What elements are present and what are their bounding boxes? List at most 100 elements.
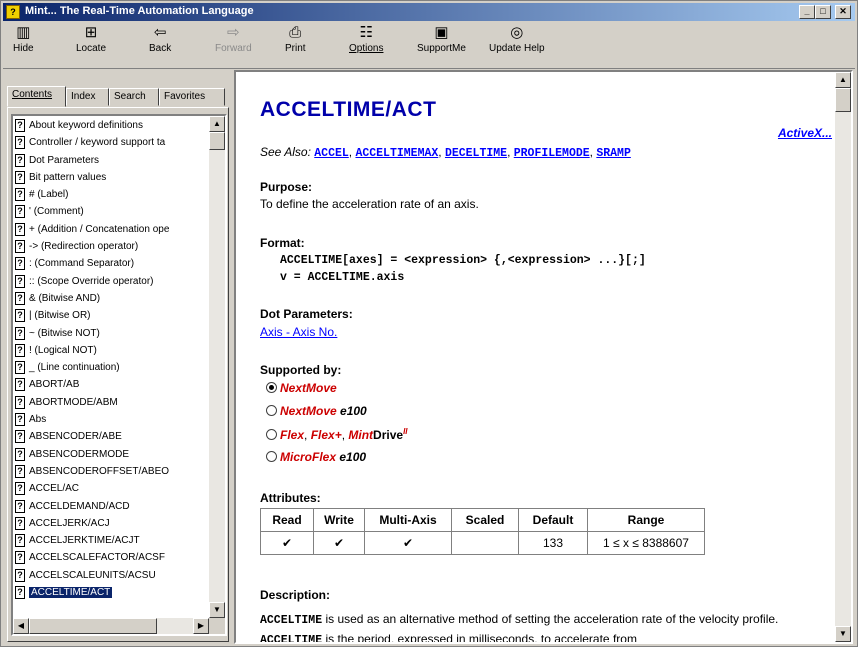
list-item[interactable]: ? ACCELJERKTIME/ACJT (15, 532, 207, 549)
help-topic-icon: ? (15, 430, 25, 444)
locate-button[interactable]: ⊞ Locate (76, 24, 106, 54)
horizontal-scroll-thumb[interactable] (29, 618, 157, 634)
update-help-button[interactable]: ◎ Update Help (489, 24, 545, 54)
help-topic-icon: ? (15, 170, 25, 184)
contents-tree[interactable]: ? About keyword definitions? Controller / … (11, 114, 227, 636)
activex-link[interactable]: ActiveX... (778, 126, 832, 140)
see-also-link[interactable]: PROFILEMODE (514, 147, 590, 160)
scroll-up-button[interactable]: ▲ (209, 116, 225, 132)
help-topic-icon: ? (15, 119, 25, 132)
list-item[interactable]: ? ABORTMODE/ABM (15, 394, 207, 411)
list-item-label: ' (Comment) (29, 206, 84, 218)
list-item-label: ! (Logical NOT) (29, 344, 97, 356)
list-item[interactable]: ? ABSENCODEROFFSET/ABEO (15, 463, 207, 480)
hide-button[interactable]: ▥ Hide (13, 24, 34, 54)
list-item[interactable]: ? ACCEL/AC (15, 480, 207, 497)
list-item[interactable]: ? ACCELSCALEUNITS/ACSU (15, 567, 207, 584)
scroll-left-button[interactable]: ◀ (13, 618, 29, 634)
supported-by-heading: Supported by: (260, 363, 342, 377)
help-topic-icon: ? (15, 309, 25, 323)
list-item-label: Abs (29, 414, 47, 426)
list-item[interactable]: ? Controller / keyword support ta (15, 134, 207, 151)
list-item[interactable]: ? & (Bitwise AND) (15, 290, 207, 307)
list-item[interactable]: ? Abs (15, 411, 207, 428)
forward-button[interactable]: ⇨ Forward (215, 24, 252, 54)
radio-icon (266, 451, 277, 462)
topic-list: ? About keyword definitions? Controller / … (15, 117, 207, 601)
radio-selected-icon (266, 382, 277, 393)
table-header-cell: Default (518, 508, 588, 532)
content-vertical-scrollbar[interactable]: ▲ ▼ (835, 72, 851, 642)
options-button[interactable]: ☷ Options (349, 24, 383, 54)
list-item[interactable]: ? ACCELTIME/ACT (15, 584, 207, 601)
help-topic-icon: ? (15, 240, 25, 254)
list-item[interactable]: ? + (Addition / Concatenation ope (15, 221, 207, 238)
tab-search[interactable]: Search (109, 88, 159, 106)
list-item-label: Controller / keyword support ta (29, 137, 166, 149)
list-item[interactable]: ? Dot Parameters (15, 152, 207, 169)
maximize-button[interactable]: □ (815, 5, 831, 19)
list-item-label: -> (Redirection operator) (29, 241, 139, 253)
list-item-label: & (Bitwise AND) (29, 292, 101, 304)
scroll-down-button[interactable]: ▼ (209, 602, 225, 618)
content-scroll-thumb[interactable] (835, 88, 851, 112)
list-item[interactable]: ? -> (Redirection operator) (15, 238, 207, 255)
navigation-pane: Contents Index Search Favorites ? About k… (3, 70, 231, 644)
scroll-right-button[interactable]: ▶ (193, 618, 209, 634)
minimize-button[interactable]: _ (799, 5, 815, 19)
list-item[interactable]: ? ! (Logical NOT) (15, 342, 207, 359)
format-syntax-2: v = ACCELTIME.axis (280, 271, 405, 284)
scrollbar-corner (209, 618, 225, 634)
tab-contents[interactable]: Contents (7, 86, 66, 107)
scroll-thumb[interactable] (209, 132, 225, 150)
supportme-button[interactable]: ▣ SupportMe (417, 24, 466, 54)
list-item[interactable]: ? # (Label) (15, 186, 207, 203)
title-bar: ? Mint... The Real-Time Automation Langu… (3, 3, 855, 21)
list-item[interactable]: ? Bit pattern values (15, 169, 207, 186)
back-button[interactable]: ⇦ Back (149, 24, 171, 54)
see-also-link[interactable]: ACCEL (314, 147, 349, 160)
content-scroll-up-button[interactable]: ▲ (835, 72, 851, 88)
list-item[interactable]: ? ABSENCODERMODE (15, 446, 207, 463)
range-cell: 1 ≤ x ≤ 8388607 (587, 531, 705, 555)
list-item-label: + (Addition / Concatenation ope (29, 223, 170, 235)
list-item-label: ACCELJERK/ACJ (29, 517, 110, 529)
supportme-icon: ▣ (434, 24, 449, 41)
see-also-link[interactable]: SRAMP (596, 147, 631, 160)
list-item[interactable]: ?:: (Scope Override operator) (15, 273, 207, 290)
list-item-label: ACCELSCALEFACTOR/ACSF (29, 552, 165, 564)
list-item[interactable]: ? ACCELSCALEFACTOR/ACSF (15, 549, 207, 566)
see-also-link[interactable]: DECELTIME (445, 147, 507, 160)
close-button[interactable]: ✕ (835, 5, 851, 19)
help-topic-icon: ? (15, 395, 25, 409)
list-item[interactable]: ? ACCELDEMAND/ACD (15, 498, 207, 515)
help-topic-icon: ? (15, 378, 25, 392)
list-item-label: ~ (Bitwise NOT) (29, 327, 100, 339)
print-button[interactable]: ⎙ Print (285, 24, 306, 54)
see-also-link[interactable]: ACCELTIMEMAX (355, 147, 438, 160)
list-item-label: ABSENCODEROFFSET/ABEO (29, 465, 170, 477)
list-item[interactable]: ? About keyword definitions (15, 117, 207, 134)
options-icon: ☷ (359, 24, 373, 41)
list-item[interactable]: ? ABORT/AB (15, 376, 207, 393)
list-item[interactable]: ? ABSENCODER/ABE (15, 428, 207, 445)
description-text: ACCELTIME is used as an alternative meth… (260, 612, 779, 644)
list-item[interactable]: ? ' (Comment) (15, 203, 207, 220)
content-scroll-down-button[interactable]: ▼ (835, 626, 851, 642)
tab-index[interactable]: Index (66, 88, 109, 106)
list-item[interactable]: ? _ (Line continuation) (15, 359, 207, 376)
dot-parameters-heading: Dot Parameters: (260, 307, 353, 321)
list-item[interactable]: ? | (Bitwise OR) (15, 307, 207, 324)
supported-nextmove-e100: NextMove e100 (266, 404, 367, 418)
list-item[interactable]: ? ~ (Bitwise NOT) (15, 325, 207, 342)
tree-horizontal-scrollbar[interactable]: ◀ ▶ (13, 618, 209, 634)
supported-microflex-e100: MicroFlex e100 (266, 450, 366, 464)
list-item-label: : (Command Separator) (29, 258, 135, 270)
list-item-label: ACCELSCALEUNITS/ACSU (29, 569, 156, 581)
axis-link[interactable]: Axis - Axis No. (260, 325, 337, 339)
list-item-label: ABSENCODERMODE (29, 448, 130, 460)
list-item[interactable]: ?: (Command Separator) (15, 255, 207, 272)
tab-favorites[interactable]: Favorites (159, 88, 225, 106)
tree-vertical-scrollbar[interactable]: ▲ ▼ (209, 116, 225, 618)
list-item[interactable]: ? ACCELJERK/ACJ (15, 515, 207, 532)
